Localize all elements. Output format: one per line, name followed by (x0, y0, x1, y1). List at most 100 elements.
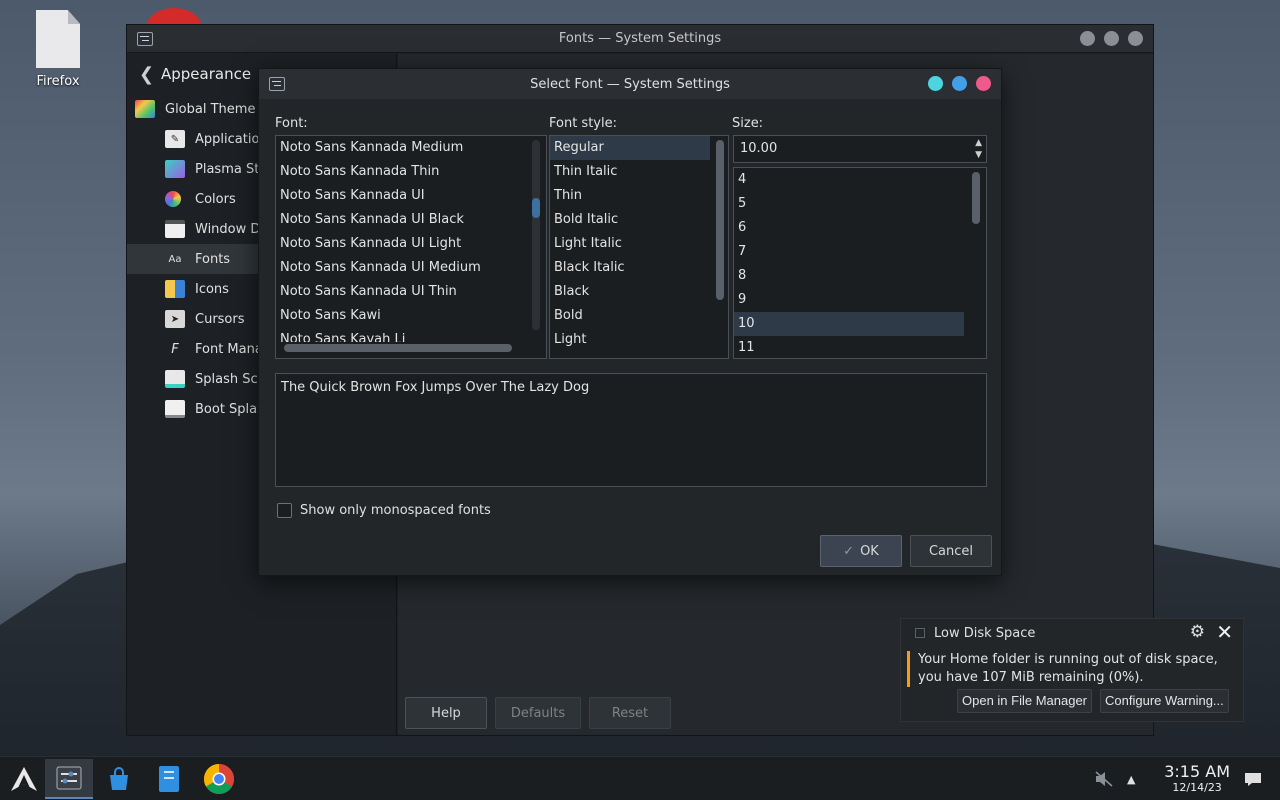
monospace-checkbox-row[interactable]: Show only monospaced fonts (277, 503, 491, 518)
dialog-title: Select Font — System Settings (530, 76, 730, 92)
list-item[interactable]: Regular (550, 136, 710, 160)
cancel-button[interactable]: Cancel (910, 535, 992, 567)
cursors-icon: ➤ (165, 310, 185, 328)
help-button[interactable]: Help (405, 697, 487, 729)
monospace-checkbox-label: Show only monospaced fonts (300, 503, 491, 518)
maximize-button[interactable] (1104, 31, 1119, 46)
font-size-list[interactable]: 4 5 6 7 8 9 10 11 (733, 167, 987, 359)
font-family-list[interactable]: Noto Sans Kannada Medium Noto Sans Kanna… (275, 135, 547, 359)
gear-icon[interactable]: ⚙ (1190, 622, 1205, 642)
list-item[interactable]: 8 (734, 264, 986, 288)
application-style-icon: ✎ (165, 130, 185, 148)
defaults-button[interactable]: Defaults (495, 697, 581, 729)
plasma-style-icon (165, 160, 185, 178)
check-icon: ✓ (843, 543, 855, 559)
taskbar-file-manager[interactable] (145, 759, 193, 799)
sidebar-title: Appearance (161, 65, 252, 83)
dialog-close-button[interactable] (976, 76, 991, 91)
list-item[interactable]: Noto Sans Kannada UI Thin (276, 280, 546, 304)
dialog-titlebar[interactable]: Select Font — System Settings (259, 69, 1001, 99)
font-style-label: Font style: (549, 116, 617, 131)
list-item[interactable]: Noto Sans Kannada UI Black (276, 208, 546, 232)
chrome-icon (203, 764, 235, 795)
file-icon (36, 10, 80, 68)
select-font-dialog: Select Font — System Settings Font: Font… (258, 68, 1002, 576)
monospace-checkbox[interactable] (277, 503, 292, 518)
window-titlebar[interactable]: Fonts — System Settings (127, 25, 1153, 53)
close-icon[interactable]: ✕ (1216, 620, 1233, 644)
list-item[interactable]: 9 (734, 288, 986, 312)
taskbar: ▲ 3:15 AM 12/14/23 (0, 756, 1280, 800)
taskbar-chrome[interactable] (195, 759, 243, 799)
list-item[interactable]: 5 (734, 192, 986, 216)
open-file-manager-button[interactable]: Open in File Manager (957, 689, 1093, 713)
list-item[interactable]: Noto Sans Kannada Medium (276, 136, 546, 160)
list-item[interactable]: Light (550, 328, 728, 352)
list-item[interactable]: Bold Italic (550, 208, 728, 232)
clock[interactable]: 3:15 AM 12/14/23 (1164, 763, 1230, 795)
list-item[interactable]: 4 (734, 168, 986, 192)
ok-button[interactable]: ✓ OK (820, 535, 902, 567)
low-disk-notification: Low Disk Space ⚙ ✕ Your Home folder is r… (900, 618, 1244, 722)
list-item[interactable]: Noto Sans Kawi (276, 304, 546, 328)
list-item[interactable]: Light Italic (550, 232, 728, 256)
list-item[interactable]: Noto Sans Kannada UI Light (276, 232, 546, 256)
icons-icon (165, 280, 185, 298)
window-decorations-icon (165, 220, 185, 238)
file-manager-icon (159, 766, 179, 792)
list-item[interactable]: Black Italic (550, 256, 728, 280)
window-title: Fonts — System Settings (558, 31, 722, 46)
style-list-scrollbar[interactable] (716, 140, 724, 300)
desktop-icon-firefox[interactable]: Firefox (22, 8, 94, 89)
boot-splash-icon (165, 400, 185, 418)
list-item[interactable]: Thin Italic (550, 160, 728, 184)
colors-icon (165, 191, 181, 207)
shopping-bag-icon (110, 767, 128, 790)
style-list-scroll-thumb[interactable] (716, 140, 724, 300)
notification-title: Low Disk Space (934, 625, 1036, 641)
global-theme-icon (135, 100, 155, 118)
clock-time: 3:15 AM (1164, 762, 1230, 781)
font-management-icon: F (171, 341, 179, 357)
notification-app-icon (915, 628, 925, 638)
list-item[interactable]: Black (550, 280, 728, 304)
list-item[interactable]: Noto Sans Kannada UI (276, 184, 546, 208)
configure-warning-button[interactable]: Configure Warning... (1100, 689, 1229, 713)
notification-body: Your Home folder is running out of disk … (907, 651, 1237, 687)
desktop-icon-label: Firefox (36, 74, 80, 89)
font-preview[interactable]: The Quick Brown Fox Jumps Over The Lazy … (275, 373, 987, 487)
size-spinner[interactable]: ▲ ▼ (975, 137, 982, 161)
taskbar-system-settings[interactable] (45, 759, 93, 799)
list-item[interactable]: Noto Sans Kannada UI Medium (276, 256, 546, 280)
size-list-scrollbar[interactable] (972, 172, 980, 224)
tray-expand-icon[interactable]: ▲ (1127, 757, 1135, 800)
reset-button[interactable]: Reset (589, 697, 671, 729)
list-item[interactable]: Bold (550, 304, 728, 328)
font-size-input[interactable]: 10.00 ▲ ▼ (733, 135, 987, 163)
font-list-scroll-thumb[interactable] (532, 198, 540, 218)
size-label: Size: (732, 116, 764, 131)
font-label: Font: (275, 116, 308, 131)
list-item[interactable]: 10 (734, 312, 964, 336)
launcher-icon (11, 767, 37, 791)
list-item[interactable]: 11 (734, 336, 986, 358)
font-list-hscrollbar[interactable] (284, 344, 512, 352)
dialog-maximize-button[interactable] (952, 76, 967, 91)
close-button[interactable] (1128, 31, 1143, 46)
taskbar-discover[interactable] (95, 759, 143, 799)
list-item[interactable]: Noto Sans Kayah Li (276, 328, 546, 342)
font-list-scrollbar[interactable] (532, 140, 540, 330)
chevron-left-icon: ❮ (139, 63, 155, 85)
list-item[interactable]: Thin (550, 184, 728, 208)
minimize-button[interactable] (1080, 31, 1095, 46)
list-item[interactable]: 7 (734, 240, 986, 264)
size-list-scroll-thumb[interactable] (972, 172, 980, 224)
notifications-icon[interactable] (1244, 757, 1262, 800)
list-item[interactable]: Noto Sans Kannada Thin (276, 160, 546, 184)
list-item[interactable]: 6 (734, 216, 986, 240)
splash-screen-icon (165, 370, 185, 388)
font-style-list[interactable]: Regular Thin Italic Thin Bold Italic Lig… (549, 135, 729, 359)
volume-muted-icon[interactable] (1094, 757, 1114, 800)
dialog-minimize-button[interactable] (928, 76, 943, 91)
application-launcher[interactable] (0, 759, 48, 799)
